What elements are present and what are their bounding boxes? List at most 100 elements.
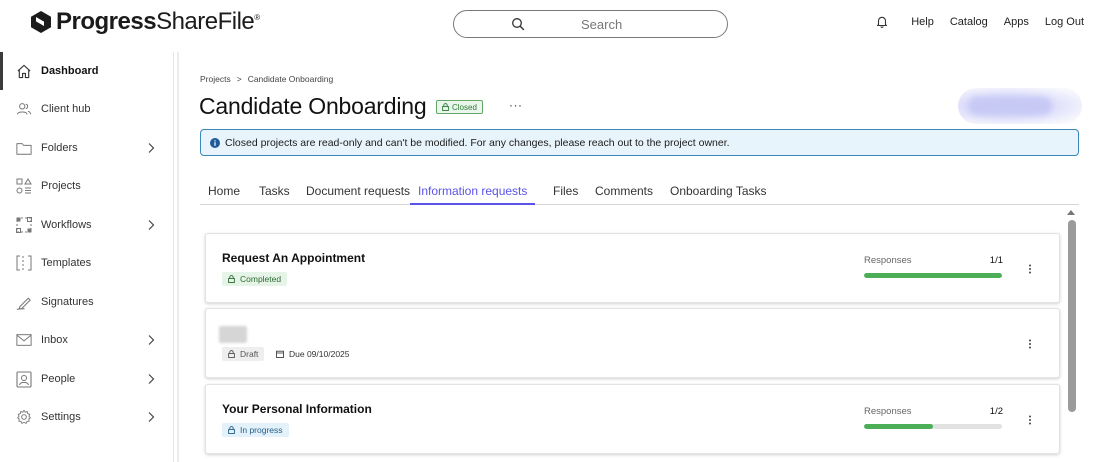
responses-progress-bar <box>864 424 1002 429</box>
sidebar-item-workflows[interactable]: Workflows <box>0 206 172 244</box>
lock-icon <box>442 103 449 111</box>
breadcrumb-projects-link[interactable]: Projects <box>200 74 231 84</box>
users-icon <box>16 101 32 117</box>
apps-link[interactable]: Apps <box>1004 16 1029 28</box>
tab-files[interactable]: Files <box>553 184 578 205</box>
breadcrumb-current: Candidate Onboarding <box>247 74 334 84</box>
request-card[interactable]: Draft Due 09/10/2025 <box>205 308 1060 378</box>
sidebar-item-templates[interactable]: Templates <box>0 244 172 282</box>
search-input[interactable]: Search <box>453 10 728 38</box>
search-icon <box>512 18 525 31</box>
brand-logo[interactable]: ProgressShareFile® <box>30 8 260 36</box>
sidebar-item-label: Inbox <box>41 334 68 346</box>
sidebar-item-settings[interactable]: Settings <box>0 398 172 436</box>
sidebar-item-dashboard[interactable]: Dashboard <box>0 52 172 90</box>
status-badge: Closed <box>436 100 483 114</box>
folder-icon <box>16 140 32 156</box>
lock-icon <box>228 426 235 434</box>
request-card[interactable]: Your Personal Information In progress Re… <box>205 384 1060 454</box>
due-date: Due 09/10/2025 <box>276 349 350 359</box>
tab-onboarding-tasks[interactable]: Onboarding Tasks <box>670 184 767 205</box>
chevron-right-icon[interactable] <box>146 334 156 346</box>
lock-icon <box>228 350 235 358</box>
kebab-menu-icon[interactable] <box>1027 414 1033 426</box>
sidebar-item-folders[interactable]: Folders <box>0 129 172 167</box>
home-icon <box>16 63 32 79</box>
kebab-menu-icon[interactable] <box>1027 263 1033 275</box>
breadcrumb-separator: > <box>236 74 242 84</box>
bell-icon[interactable] <box>876 15 888 28</box>
chevron-right-icon[interactable] <box>146 219 156 231</box>
person-card-icon <box>16 370 32 388</box>
page-title: Candidate Onboarding <box>199 93 427 119</box>
due-date-text: Due 09/10/2025 <box>289 349 350 359</box>
top-nav: Help Catalog Apps Log Out <box>876 15 1084 28</box>
template-icon <box>16 255 32 271</box>
responses-count: 1/1 <box>989 255 1003 266</box>
logout-link[interactable]: Log Out <box>1045 16 1084 28</box>
mail-icon <box>16 332 32 348</box>
responses-label: Responses <box>864 255 912 266</box>
kebab-menu-icon[interactable] <box>1027 338 1033 350</box>
tab-document-requests[interactable]: Document requests <box>306 184 410 205</box>
status-badge-label: Draft <box>240 349 259 359</box>
chevron-right-icon[interactable] <box>146 373 156 385</box>
progress-fill <box>864 273 1002 278</box>
chevron-right-icon[interactable] <box>146 142 156 154</box>
responses-label: Responses <box>864 406 912 417</box>
pen-icon <box>16 294 32 310</box>
request-title[interactable]: Request An Appointment <box>222 251 365 265</box>
sidebar-item-label: Projects <box>41 180 81 192</box>
scroll-up-arrow-icon[interactable] <box>1066 208 1076 216</box>
request-title[interactable]: Your Personal Information <box>222 402 372 416</box>
breadcrumb: Projects > Candidate Onboarding <box>200 74 333 84</box>
tab-information-requests[interactable]: Information requests <box>410 184 536 205</box>
request-title-redacted <box>219 326 247 343</box>
sidebar-item-label: Templates <box>41 257 92 269</box>
responses-progress-bar <box>864 273 1002 278</box>
sidebar-item-people[interactable]: People <box>0 360 172 398</box>
status-badge: Completed <box>222 272 288 286</box>
sidebar-divider <box>177 52 179 462</box>
calendar-icon <box>276 350 284 358</box>
tab-home[interactable]: Home <box>208 184 240 205</box>
request-card[interactable]: Request An Appointment Completed Respons… <box>205 233 1060 303</box>
chevron-right-icon[interactable] <box>146 411 156 423</box>
sidebar-item-label: Client hub <box>41 103 91 115</box>
project-tabs: Home Tasks Document requests Information… <box>200 178 1079 205</box>
sidebar-item-inbox[interactable]: Inbox <box>0 321 172 359</box>
gear-icon <box>16 409 32 425</box>
help-link[interactable]: Help <box>911 16 934 28</box>
scrollbar-thumb[interactable] <box>1068 220 1076 412</box>
sidebar-item-projects[interactable]: Projects <box>0 167 172 205</box>
sidebar-item-label: Workflows <box>41 219 92 231</box>
status-badge: Draft <box>222 347 265 361</box>
sidebar-item-label: Dashboard <box>41 65 99 77</box>
tab-comments[interactable]: Comments <box>595 184 653 205</box>
sidebar-item-label: Signatures <box>41 296 94 308</box>
responses-count: 1/2 <box>989 406 1003 417</box>
sidebar-item-signatures[interactable]: Signatures <box>0 283 172 321</box>
status-badge-label: In progress <box>240 425 283 435</box>
progress-fill <box>864 424 933 429</box>
status-badge-label: Completed <box>240 274 282 284</box>
info-banner-text: Closed projects are read-only and can't … <box>225 137 730 149</box>
status-badge-label: Closed <box>452 102 477 112</box>
sidebar-item-client-hub[interactable]: Client hub <box>0 90 172 128</box>
info-icon <box>210 138 220 148</box>
lock-icon <box>228 275 235 283</box>
sidebar-item-label: Folders <box>41 142 78 154</box>
info-banner: Closed projects are read-only and can't … <box>200 129 1079 156</box>
status-badge: In progress <box>222 423 289 437</box>
progress-logo-icon <box>31 11 51 33</box>
search-placeholder: Search <box>581 17 623 32</box>
more-options-button[interactable]: ··· <box>509 98 523 112</box>
top-bar: ProgressShareFile® Search Help Catalog A… <box>0 0 1100 46</box>
owner-avatar[interactable] <box>958 88 1082 124</box>
brand-name: ProgressShareFile® <box>56 8 260 35</box>
catalog-link[interactable]: Catalog <box>950 16 988 28</box>
sidebar-item-label: People <box>41 373 76 385</box>
workflow-icon <box>16 217 32 233</box>
sidebar-item-label: Settings <box>41 411 81 423</box>
tab-tasks[interactable]: Tasks <box>259 184 290 205</box>
